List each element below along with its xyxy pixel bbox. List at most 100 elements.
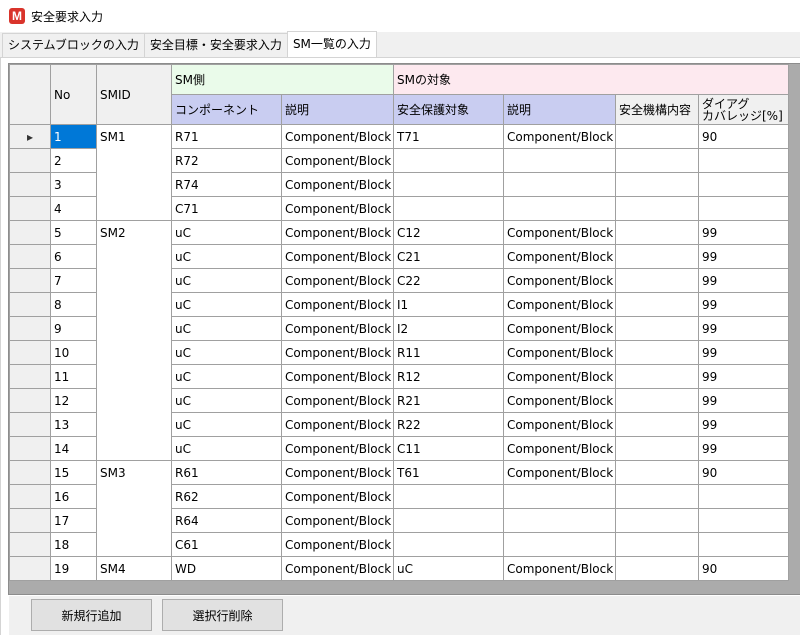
row-header[interactable] — [9, 532, 51, 557]
cell-smid[interactable]: SM4 — [96, 556, 172, 581]
tab-sm-list-input[interactable]: SM一覧の入力 — [286, 31, 377, 57]
cell-diag-coverage[interactable]: 99 — [698, 364, 789, 389]
cell-no[interactable]: 4 — [50, 196, 97, 221]
cell-diag-coverage[interactable]: 90 — [698, 556, 789, 581]
cell-safety-target[interactable]: C22 — [393, 268, 504, 293]
cell-no[interactable]: 11 — [50, 364, 97, 389]
cell-safety-target[interactable] — [393, 484, 504, 509]
cell-safety-target[interactable]: T61 — [393, 460, 504, 485]
cell-diag-coverage[interactable]: 99 — [698, 412, 789, 437]
cell-no[interactable]: 1 — [50, 124, 97, 149]
cell-no[interactable]: 14 — [50, 436, 97, 461]
cell-description[interactable]: Component/Block — [281, 412, 394, 437]
cell-safety-mechanism[interactable] — [615, 412, 699, 437]
cell-component[interactable]: uC — [171, 244, 282, 269]
cell-component[interactable]: uC — [171, 436, 282, 461]
cell-component[interactable]: R71 — [171, 124, 282, 149]
cell-no[interactable]: 18 — [50, 532, 97, 557]
cell-description[interactable]: Component/Block — [281, 124, 394, 149]
cell-component[interactable]: uC — [171, 292, 282, 317]
cell-safety-mechanism[interactable] — [615, 460, 699, 485]
row-header[interactable] — [9, 316, 51, 341]
cell-safety-target[interactable] — [393, 148, 504, 173]
cell-description2[interactable] — [503, 148, 616, 173]
cell-component[interactable]: R72 — [171, 148, 282, 173]
cell-description[interactable]: Component/Block — [281, 532, 394, 557]
cell-description2[interactable] — [503, 196, 616, 221]
cell-diag-coverage[interactable]: 99 — [698, 292, 789, 317]
cell-diag-coverage[interactable] — [698, 508, 789, 533]
cell-description2[interactable]: Component/Block — [503, 244, 616, 269]
cell-diag-coverage[interactable]: 99 — [698, 316, 789, 341]
cell-no[interactable]: 12 — [50, 388, 97, 413]
cell-safety-mechanism[interactable] — [615, 388, 699, 413]
cell-description[interactable]: Component/Block — [281, 316, 394, 341]
cell-description[interactable]: Component/Block — [281, 172, 394, 197]
cell-description2[interactable]: Component/Block — [503, 268, 616, 293]
row-header[interactable] — [9, 556, 51, 581]
cell-component[interactable]: R62 — [171, 484, 282, 509]
add-row-button[interactable]: 新規行追加 — [31, 599, 152, 631]
cell-component[interactable]: C71 — [171, 196, 282, 221]
cell-safety-mechanism[interactable] — [615, 172, 699, 197]
cell-safety-mechanism[interactable] — [615, 340, 699, 365]
cell-diag-coverage[interactable]: 99 — [698, 268, 789, 293]
col-header-description2[interactable]: 説明 — [503, 94, 616, 125]
cell-smid[interactable]: SM1 — [96, 124, 172, 221]
cell-diag-coverage[interactable] — [698, 172, 789, 197]
row-header[interactable] — [9, 364, 51, 389]
cell-safety-mechanism[interactable] — [615, 364, 699, 389]
cell-description[interactable]: Component/Block — [281, 340, 394, 365]
cell-description[interactable]: Component/Block — [281, 220, 394, 245]
cell-description2[interactable]: Component/Block — [503, 124, 616, 149]
cell-safety-target[interactable] — [393, 508, 504, 533]
cell-description2[interactable]: Component/Block — [503, 388, 616, 413]
cell-component[interactable]: uC — [171, 340, 282, 365]
cell-description[interactable]: Component/Block — [281, 460, 394, 485]
cell-description2[interactable]: Component/Block — [503, 292, 616, 317]
cell-component[interactable]: uC — [171, 364, 282, 389]
cell-no[interactable]: 13 — [50, 412, 97, 437]
cell-no[interactable]: 7 — [50, 268, 97, 293]
cell-component[interactable]: uC — [171, 220, 282, 245]
cell-no[interactable]: 9 — [50, 316, 97, 341]
cell-description2[interactable] — [503, 172, 616, 197]
cell-safety-target[interactable]: C11 — [393, 436, 504, 461]
cell-smid[interactable]: SM2 — [96, 220, 172, 461]
cell-diag-coverage[interactable]: 99 — [698, 220, 789, 245]
row-header[interactable] — [9, 172, 51, 197]
cell-safety-mechanism[interactable] — [615, 196, 699, 221]
cell-no[interactable]: 16 — [50, 484, 97, 509]
row-header[interactable] — [9, 292, 51, 317]
row-header[interactable] — [9, 388, 51, 413]
cell-description[interactable]: Component/Block — [281, 364, 394, 389]
cell-description2[interactable] — [503, 508, 616, 533]
cell-diag-coverage[interactable]: 90 — [698, 124, 789, 149]
cell-component[interactable]: uC — [171, 268, 282, 293]
cell-description2[interactable]: Component/Block — [503, 220, 616, 245]
delete-row-button[interactable]: 選択行削除 — [162, 599, 283, 631]
table-row[interactable]: ▸ 1 SM1 R71 Component/Block T71 Component/Bloc… — [9, 124, 789, 221]
cell-diag-coverage[interactable]: 99 — [698, 436, 789, 461]
cell-safety-target[interactable]: R11 — [393, 340, 504, 365]
cell-component[interactable]: R74 — [171, 172, 282, 197]
row-header[interactable] — [9, 484, 51, 509]
row-header[interactable] — [9, 196, 51, 221]
cell-safety-target[interactable]: I2 — [393, 316, 504, 341]
cell-description2[interactable] — [503, 532, 616, 557]
cell-safety-mechanism[interactable] — [615, 484, 699, 509]
cell-safety-mechanism[interactable] — [615, 268, 699, 293]
cell-diag-coverage[interactable]: 90 — [698, 460, 789, 485]
cell-no[interactable]: 5 — [50, 220, 97, 245]
cell-description[interactable]: Component/Block — [281, 436, 394, 461]
cell-description2[interactable]: Component/Block — [503, 412, 616, 437]
cell-diag-coverage[interactable]: 99 — [698, 388, 789, 413]
col-header-component[interactable]: コンポーネント — [171, 94, 282, 125]
cell-safety-mechanism[interactable] — [615, 220, 699, 245]
row-header[interactable] — [9, 244, 51, 269]
cell-safety-mechanism[interactable] — [615, 244, 699, 269]
cell-description2[interactable]: Component/Block — [503, 556, 616, 581]
col-header-safety-mechanism[interactable]: 安全機構内容 — [615, 94, 699, 125]
cell-diag-coverage[interactable] — [698, 196, 789, 221]
table-row[interactable]: 5 SM2 uC Component/Block C12 Component/Block 9… — [9, 220, 789, 461]
